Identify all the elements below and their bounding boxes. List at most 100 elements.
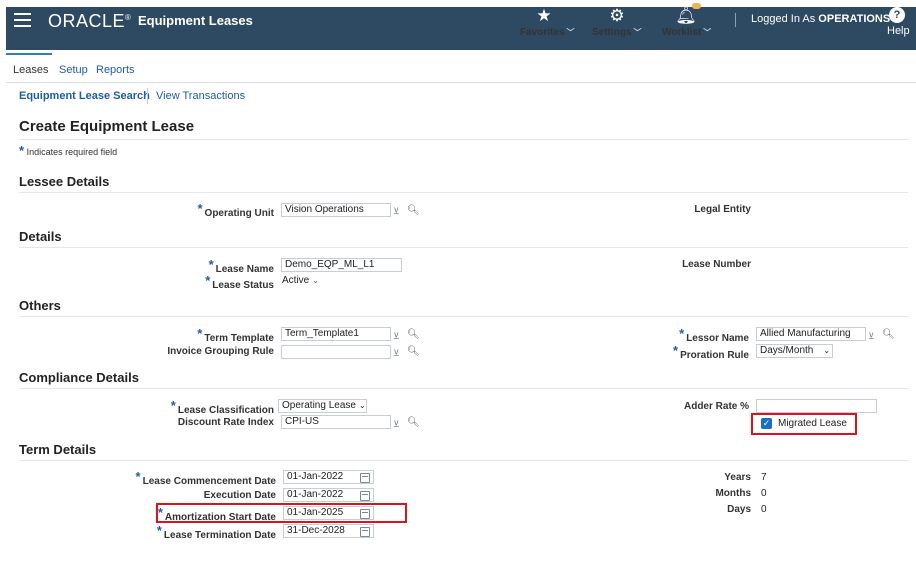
execution-date-label: Execution Date [203,490,276,501]
gear-icon: ⚙ [609,6,625,25]
section-compliance-details: Compliance Details [19,370,139,385]
lov-resize-icon: ⊻ [393,348,400,358]
help-label[interactable]: Help [887,25,910,37]
proration-rule-label: * Proration Rule [673,343,749,361]
worklist-button[interactable]: 🔔︎ Worklist ﹀ [662,3,711,38]
calendar-icon[interactable] [360,491,370,501]
app-title: Equipment Leases [138,13,253,28]
required-star-icon: * [135,469,141,484]
days-label: Days [727,504,751,515]
required-star-icon: * [197,201,203,216]
lease-status-select[interactable]: Active ⌄ [282,275,319,286]
adder-rate-label: Adder Rate % [683,401,749,412]
section-lessee-details: Lessee Details [19,174,110,189]
discount-rate-index-input[interactable]: CPI-US [281,415,391,429]
settings-label: Settings [592,27,632,38]
favorites-button[interactable]: ★ Favorites ﹀ [520,6,574,38]
proration-rule-select[interactable]: Days/Month ⌄ [756,344,833,358]
lov-resize-icon: ⊻ [868,331,875,341]
section-term-details: Term Details [19,442,97,457]
years-value: 7 [761,472,767,483]
discount-rate-index-label: Discount Rate Index [177,417,274,428]
lessor-name-input[interactable]: Allied Manufacturing [756,327,866,341]
months-value: 0 [761,488,767,499]
hamburger-menu-icon[interactable] [14,13,31,27]
required-star-icon: * [157,505,163,520]
operating-unit-input[interactable]: Vision Operations [281,203,391,217]
term-template-label: * Term Template [197,326,274,344]
view-transactions-link[interactable]: View Transactions [156,90,245,102]
lease-classification-label: * Lease Classification [170,398,274,416]
invoice-grouping-rule-input[interactable] [281,345,391,359]
search-icon[interactable]: 🔍︎ [407,329,420,340]
section-divider [19,316,908,317]
section-divider [19,192,908,193]
help-icon[interactable]: ? [889,7,905,23]
header-divider [735,13,736,27]
invoice-grouping-rule-label: Invoice Grouping Rule [167,346,274,357]
lessor-name-label: * Lessor Name [679,326,749,344]
logged-in-user: OPERATIONS [818,13,891,25]
chevron-down-icon: ⌄ [312,276,319,285]
operating-unit-label: * Operating Unit [197,201,274,219]
brand-text: ORACLE [48,11,126,31]
section-divider [19,460,908,461]
tab-reports[interactable]: Reports [96,64,135,76]
tab-setup[interactable]: Setup [59,64,88,76]
oracle-logo: ORACLE® [48,11,132,31]
term-template-input[interactable]: Term_Template1 [281,327,391,341]
required-star-icon: * [208,257,214,272]
chevron-down-icon: ⌄ [823,346,831,355]
star-icon: ★ [536,6,552,25]
lov-resize-icon: ⊻ [393,419,400,429]
section-divider [19,388,908,389]
years-label: Years [724,472,751,483]
lease-commencement-date-label: * Lease Commencement Date [135,469,276,487]
required-note-text: Indicates required field [26,147,118,157]
migrated-lease-label[interactable]: Migrated Lease [778,418,847,429]
lov-resize-icon: ⊻ [393,331,400,341]
calendar-icon[interactable] [360,473,370,483]
days-value: 0 [761,504,767,515]
section-divider [19,247,908,248]
required-star-icon: * [197,326,203,341]
tab-leases[interactable]: Leases [13,64,48,76]
equipment-lease-search-link[interactable]: Equipment Lease Search [19,90,150,102]
required-star-icon: * [679,326,685,341]
search-icon[interactable]: 🔍︎ [407,346,420,357]
favorites-label: Favorites [520,27,565,38]
calendar-icon[interactable] [360,527,370,537]
tab-bar: Leases Setup Reports [6,53,916,83]
notification-badge [692,3,701,9]
lov-resize-icon: ⊻ [393,206,400,216]
calendar-icon[interactable] [360,509,370,519]
search-icon[interactable]: 🔍︎ [882,329,895,340]
amortization-start-date-label: * Amortization Start Date [157,505,276,523]
required-star-icon: * [673,343,679,358]
lease-name-input[interactable]: Demo_EQP_ML_L1 [281,258,402,272]
active-tab-indicator [6,53,52,55]
lease-classification-select[interactable]: Operating Lease ⌄ [278,399,367,413]
search-icon[interactable]: 🔍︎ [407,417,420,428]
required-star-icon: * [205,273,211,288]
worklist-label: Worklist [662,27,702,38]
required-star-icon: * [156,523,162,538]
section-details: Details [19,229,62,244]
adder-rate-input[interactable] [756,399,877,413]
chevron-down-icon: ⌄ [358,401,366,410]
bell-icon: 🔔︎ [675,6,697,25]
settings-button[interactable]: ⚙ Settings ﹀ [592,6,642,38]
required-star-icon: * [19,143,25,158]
subnav-divider [147,88,148,104]
migrated-lease-checkbox[interactable]: ✓ [761,418,772,429]
lease-status-label: * Lease Status [205,273,274,291]
lease-number-label: Lease Number [682,259,751,270]
logged-in-as: Logged In As OPERATIONS [751,13,890,25]
months-label: Months [715,488,751,499]
logged-in-prefix: Logged In As [751,13,816,25]
required-star-icon: * [170,398,176,413]
top-header-bar: ORACLE® Equipment Leases ★ Favorites ﹀ ⚙ … [6,3,916,50]
lease-name-label: * Lease Name [208,257,274,275]
required-field-note: * Indicates required field [19,143,117,158]
search-icon[interactable]: 🔍︎ [407,205,420,216]
